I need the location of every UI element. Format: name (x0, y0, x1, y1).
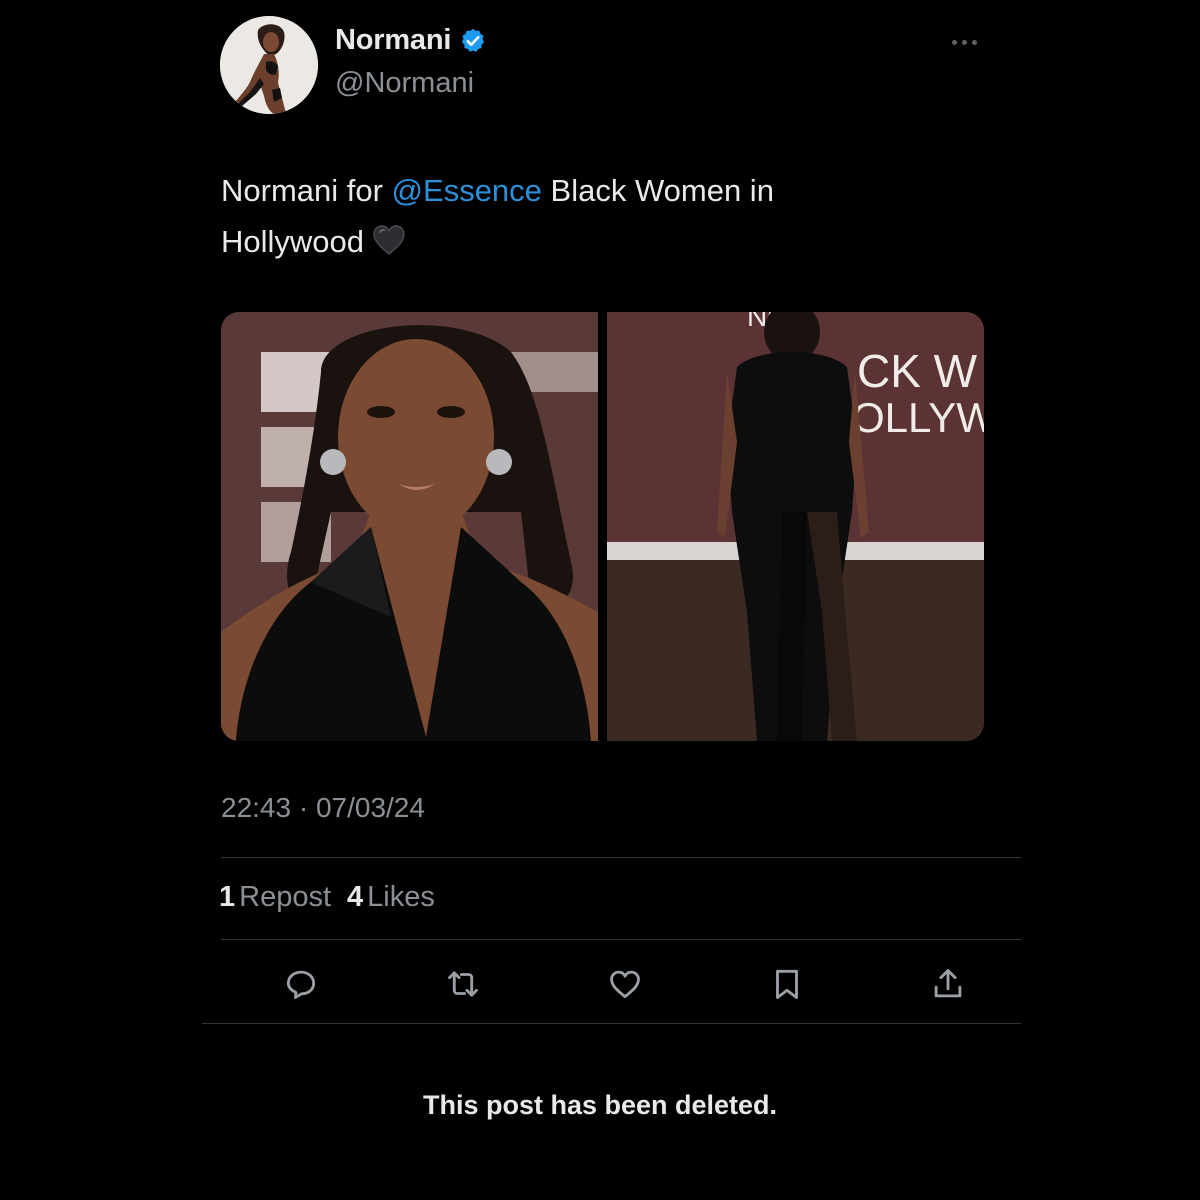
like-icon (610, 970, 640, 999)
verified-badge-icon (462, 28, 485, 52)
media-grid: NCE CK W OLLYW (221, 312, 984, 741)
tweet-text-prefix: Normani for (221, 173, 392, 208)
share-icon (934, 969, 962, 998)
media-photo-red-carpet[interactable]: NCE CK W OLLYW (607, 312, 984, 741)
repost-icon (448, 971, 478, 997)
divider-top (221, 857, 1021, 858)
tweet-card: Normani @Normani Normani for @Essence Bl… (0, 0, 1200, 1200)
deleted-notice: This post has been deleted. (422, 1090, 778, 1120)
backdrop-text-3: OLLYW (852, 394, 984, 441)
engagement-stats: 1 Repost 4 Likes (219, 881, 435, 914)
reposts-label: Repost (239, 881, 332, 913)
avatar[interactable] (220, 16, 318, 114)
bookmark-icon (776, 969, 798, 999)
media-photo-portrait[interactable] (221, 312, 598, 741)
red-carpet-photo: NCE CK W OLLYW (607, 312, 984, 741)
mention-link[interactable]: @Essence (392, 173, 542, 208)
reply-icon (286, 970, 316, 999)
likes-count: 4 (347, 881, 364, 913)
timestamp[interactable]: 22:43 · 07/03/24 (221, 792, 425, 824)
share-button[interactable] (926, 962, 970, 1006)
backdrop-text-2: CK W (857, 345, 978, 397)
bookmark-button[interactable] (765, 962, 809, 1006)
handle[interactable]: @Normani (335, 67, 474, 100)
divider-bottom (202, 1023, 1021, 1024)
likes-stat[interactable]: 4 Likes (347, 881, 435, 914)
more-options-icon[interactable] (944, 30, 984, 54)
repost-button[interactable] (441, 962, 485, 1006)
tweet-text: Normani for @Essence Black Women in Holl… (221, 165, 921, 267)
reposts-stat[interactable]: 1 Repost (219, 881, 331, 914)
reply-button[interactable] (279, 962, 323, 1006)
divider-middle (221, 939, 1021, 940)
display-name[interactable]: Normani (335, 24, 451, 57)
reposts-count: 1 (219, 881, 236, 913)
likes-label: Likes (367, 881, 435, 913)
author-name-row[interactable]: Normani (335, 24, 487, 57)
avatar-photo (220, 16, 318, 114)
portrait-photo (221, 312, 598, 741)
black-heart-icon (373, 225, 405, 255)
like-button[interactable] (603, 962, 647, 1006)
